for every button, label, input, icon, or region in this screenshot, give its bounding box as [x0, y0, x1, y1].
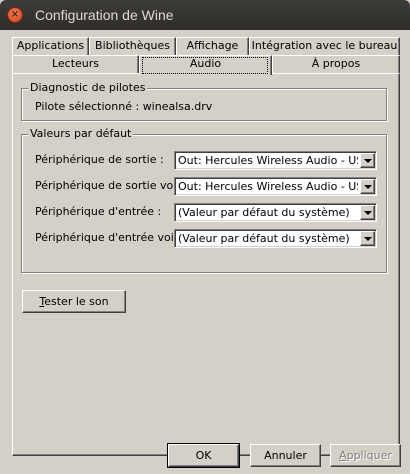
- window-title: Configuration de Wine: [35, 7, 174, 23]
- output-device-select[interactable]: Out: Hercules Wireless Audio - USB Audio: [174, 151, 377, 170]
- button-label: ppliquer: [346, 449, 392, 462]
- tab-label: À propos: [311, 57, 361, 70]
- tab-desktop-integration[interactable]: Intégration avec le bureau: [249, 37, 400, 55]
- tab-applications[interactable]: Applications: [12, 37, 89, 55]
- output-device-label: Périphérique de sortie :: [35, 153, 164, 166]
- tab-label: Bibliothèques: [95, 39, 170, 52]
- tab-drives[interactable]: Lecteurs: [12, 55, 139, 73]
- tab-libraries[interactable]: Bibliothèques: [89, 37, 176, 55]
- audio-tab-page: Diagnostic de pilotes Pilote sélectionné…: [12, 73, 400, 456]
- voice-input-device-select[interactable]: (Valeur par défaut du système): [174, 229, 377, 248]
- input-device-select[interactable]: (Valeur par défaut du système): [174, 203, 377, 222]
- button-label: Annuler: [264, 449, 307, 462]
- selected-driver-text: Pilote sélectionné : winealsa.drv: [35, 100, 213, 113]
- ok-button[interactable]: OK: [167, 443, 240, 468]
- voice-input-device-label: Périphérique d'entrée voix :: [35, 231, 188, 244]
- group-title: Diagnostic de pilotes: [28, 81, 148, 95]
- default-values-group: Valeurs par défaut Périphérique de sorti…: [21, 127, 387, 273]
- title-bar: × Configuration de Wine: [0, 0, 410, 30]
- chevron-down-icon[interactable]: [360, 231, 375, 246]
- cancel-button[interactable]: Annuler: [250, 444, 321, 467]
- selected-value: (Valeur par défaut du système): [178, 206, 350, 219]
- tab-audio[interactable]: Audio: [139, 55, 272, 75]
- test-sound-button[interactable]: Tester le son: [22, 290, 126, 313]
- tab-about[interactable]: À propos: [272, 55, 400, 73]
- tab-label: Lecteurs: [51, 57, 100, 70]
- dialog-body: Applications Bibliothèques Affichage Int…: [0, 30, 410, 474]
- button-label: ester le son: [44, 295, 109, 308]
- selected-value: Out: Hercules Wireless Audio - USB Audio: [178, 180, 358, 193]
- tab-label: Affichage: [186, 39, 239, 52]
- driver-diagnostics-group: Diagnostic de pilotes Pilote sélectionné…: [21, 81, 387, 121]
- tab-label: Applications: [16, 39, 85, 52]
- tab-label: Intégration avec le bureau: [251, 39, 398, 52]
- apply-button[interactable]: Appliquer: [330, 444, 401, 467]
- tab-display[interactable]: Affichage: [176, 37, 249, 55]
- voice-output-device-select[interactable]: Out: Hercules Wireless Audio - USB Audio: [174, 177, 377, 196]
- focus-ring: [142, 57, 268, 74]
- selected-value: Out: Hercules Wireless Audio - USB Audio: [178, 154, 358, 167]
- selected-value: (Valeur par défaut du système): [178, 232, 350, 245]
- voice-output-device-label: Périphérique de sortie voix :: [35, 179, 190, 192]
- input-device-label: Périphérique d'entrée :: [35, 205, 162, 218]
- close-icon[interactable]: ×: [7, 7, 23, 23]
- mnemonic: A: [339, 449, 347, 462]
- button-label: OK: [195, 449, 212, 462]
- group-title: Valeurs par défaut: [28, 127, 134, 141]
- chevron-down-icon[interactable]: [360, 179, 375, 194]
- chevron-down-icon[interactable]: [360, 205, 375, 220]
- chevron-down-icon[interactable]: [360, 153, 375, 168]
